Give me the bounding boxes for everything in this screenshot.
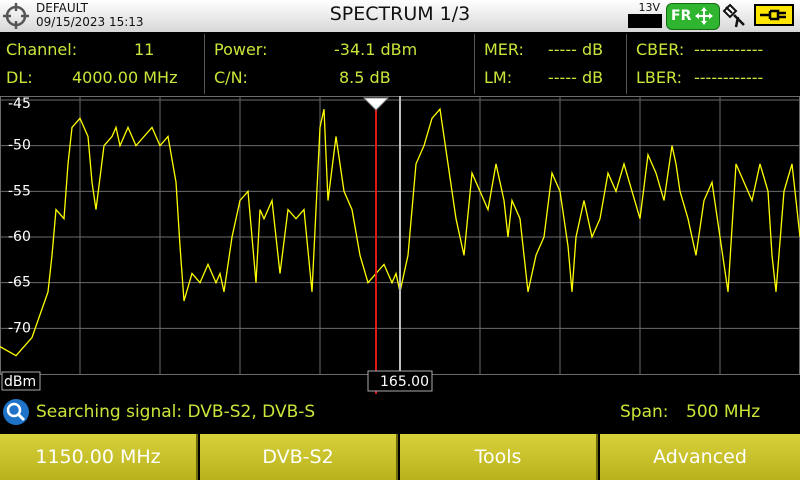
signal-type-softkey[interactable]: DVB-S2 (200, 434, 398, 480)
span-value: 500 MHz (686, 402, 761, 422)
channel-value: 11 (134, 40, 155, 59)
cn-label: C/N: (214, 68, 248, 87)
power-label: Power: (214, 40, 268, 59)
cber-value: ------------ (694, 40, 764, 59)
mer-value: ----- dB (548, 40, 604, 59)
search-status-text: Searching signal: DVB-S2, DVB-S (36, 402, 316, 422)
cursor-value: 165.00 (380, 374, 429, 390)
measurement-panel: Channel: 11 DL: 4000.00 MHz Power: -34.1… (0, 32, 800, 94)
span-label: Span: (620, 402, 669, 422)
cn-value: 8.5 dB (339, 68, 391, 87)
y-tick-label: -55 (8, 183, 31, 199)
advanced-softkey[interactable]: Advanced (600, 434, 800, 480)
status-bar: Searching signal: DVB-S2, DVB-S Span: 50… (0, 396, 800, 430)
tools-softkey[interactable]: Tools (400, 434, 598, 480)
dl-label: DL: (6, 68, 33, 87)
fr-label: FR (671, 8, 692, 24)
divider (474, 34, 475, 94)
y-tick-label: -60 (8, 229, 31, 245)
y-unit-label: dBm (4, 374, 36, 390)
lnb-voltage-bar (628, 14, 662, 28)
channel-label: Channel: (6, 40, 78, 59)
search-icon (3, 399, 29, 425)
lm-value: ----- dB (548, 68, 604, 87)
lnb-voltage-indicator: 13V (628, 1, 662, 28)
dl-value: 4000.00 MHz (72, 68, 178, 87)
move-arrows-icon (695, 7, 713, 25)
softkey-bar: 1150.00 MHz DVB-S2 Tools Advanced (0, 434, 800, 480)
y-tick-label: -70 (8, 320, 31, 336)
lber-label: LBER: (636, 68, 683, 87)
satellite-icon (722, 3, 745, 28)
y-tick-label: -65 (8, 275, 31, 291)
frequency-range-button[interactable]: FR (666, 3, 720, 30)
lber-value: ------------ (694, 68, 764, 87)
spectrum-chart[interactable]: -45 -50 -55 -60 -65 -70 dBm 165.00 (0, 96, 800, 394)
y-tick-label: -50 (8, 138, 31, 154)
lnb-voltage-label: 13V (638, 1, 660, 14)
lm-label: LM: (484, 68, 513, 87)
divider (626, 34, 627, 94)
y-tick-label: -45 (8, 96, 31, 112)
mer-label: MER: (484, 40, 524, 59)
top-bar: DEFAULT 09/15/2023 15:13 SPECTRUM 1/3 13… (0, 0, 800, 32)
divider (204, 34, 205, 94)
frequency-softkey[interactable]: 1150.00 MHz (0, 434, 198, 480)
cber-label: CBER: (636, 40, 685, 59)
power-plug-icon (754, 4, 794, 26)
power-value: -34.1 dBm (334, 40, 418, 59)
